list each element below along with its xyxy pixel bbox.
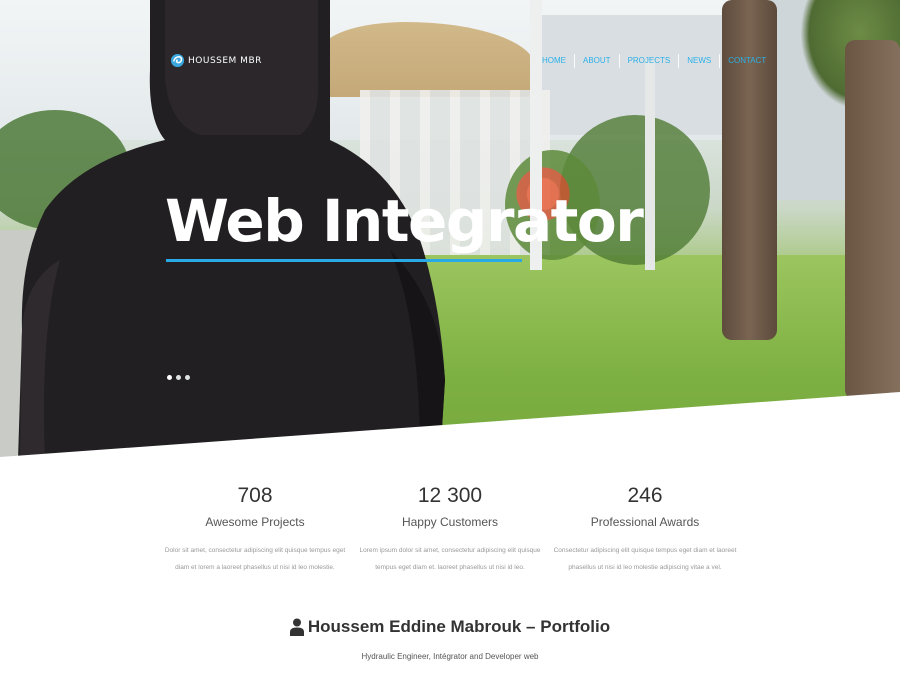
stat-customers: 12 300 Happy Customers Lorem ipsum dolor…: [355, 480, 545, 576]
background-pole: [645, 60, 655, 270]
about-title-text: Houssem Eddine Mabrouk – Portfolio: [307, 617, 611, 636]
stat-description: Consectetur adipiscing elit quisque temp…: [553, 547, 737, 571]
brand-name: HOUSSEM MBR: [188, 55, 262, 66]
stat-label: Awesome Projects: [205, 515, 305, 529]
slider-dot-1[interactable]: [167, 375, 172, 380]
stat-description: Dolor sit amet, consectetur adipiscing e…: [164, 547, 346, 571]
slider-dot-2[interactable]: [176, 375, 181, 380]
stat-awards: 246 Professional Awards Consectetur adip…: [550, 480, 740, 576]
hero-title-underline: [166, 259, 522, 262]
stat-label: Happy Customers: [401, 515, 499, 529]
background-tree-trunk: [722, 0, 777, 340]
nav-contact[interactable]: CONTACT: [720, 54, 774, 68]
brand-logo[interactable]: HOUSSEM MBR: [170, 53, 262, 68]
stat-value: 12 300: [417, 484, 483, 507]
hero-title: Web Integrator: [165, 187, 644, 255]
stat-projects: 708 Awesome Projects Dolor sit amet, con…: [160, 480, 350, 576]
nav-home[interactable]: HOME: [534, 54, 574, 68]
brand-swirl-icon: [170, 53, 185, 68]
nav-projects[interactable]: PROJECTS: [620, 54, 679, 68]
stat-value: 708: [237, 484, 273, 507]
about-title: Houssem Eddine Mabrouk – Portfolio: [0, 617, 900, 637]
user-icon: [289, 618, 304, 636]
main-nav: HOME ABOUT PROJECTS NEWS CONTACT: [534, 54, 774, 68]
stat-description: Lorem ipsum dolor sit amet, consectetur …: [359, 547, 541, 571]
slider-dot-3[interactable]: [185, 375, 190, 380]
stats-section: 708 Awesome Projects Dolor sit amet, con…: [160, 480, 740, 576]
stat-value: 246: [627, 484, 663, 507]
nav-about[interactable]: ABOUT: [575, 54, 619, 68]
background-tree-trunk: [845, 40, 900, 400]
nav-news[interactable]: NEWS: [679, 54, 719, 68]
slider-dots: [167, 375, 190, 380]
about-subtitle: Hydraulic Engineer, Intégrator and Devel…: [361, 652, 539, 661]
stat-label: Professional Awards: [590, 515, 700, 529]
